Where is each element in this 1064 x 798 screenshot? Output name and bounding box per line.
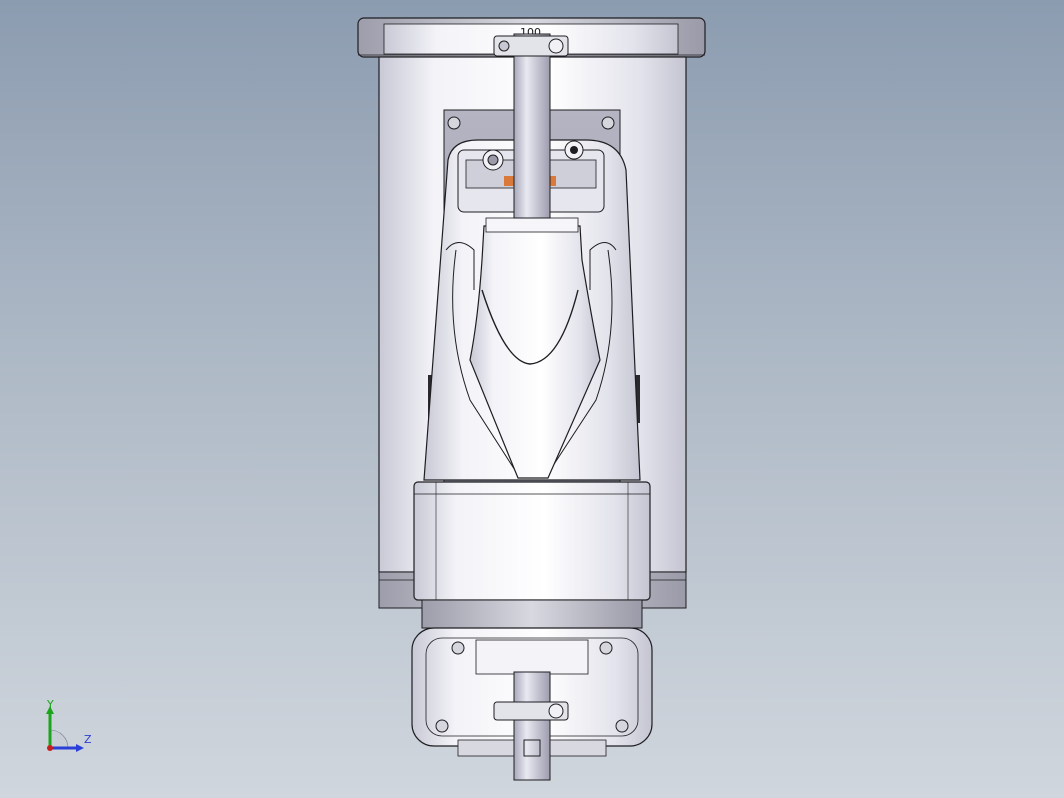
shaft-clamp-bottom[interactable] (493, 701, 569, 721)
elbow-housing[interactable] (413, 481, 651, 601)
coordinate-triad: Y Z (40, 698, 100, 760)
graphics-viewport[interactable]: 100 Y Z (0, 0, 1064, 798)
cad-model-view[interactable]: 100 (0, 0, 1064, 798)
triad-y-label: Y (47, 698, 54, 711)
triad-z-label: Z (84, 733, 92, 746)
shaft-clamp-top[interactable] (493, 35, 569, 57)
